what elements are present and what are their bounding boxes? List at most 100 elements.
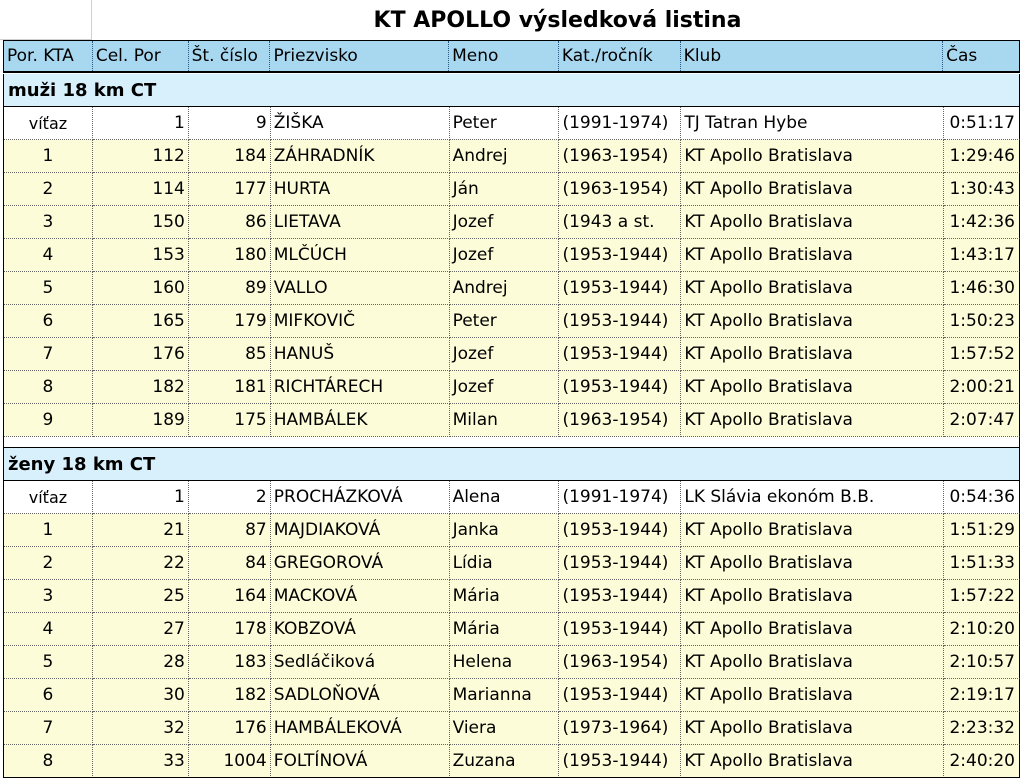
cell-cas[interactable]: 1:57:52 <box>944 338 1020 371</box>
cell-st-cislo[interactable]: 179 <box>188 305 271 338</box>
cell-kat-rocnik[interactable]: (1953-1944) <box>559 679 682 712</box>
cell-meno[interactable]: Alena <box>449 481 560 514</box>
cell-cel-por[interactable]: 165 <box>92 305 189 338</box>
cell-klub[interactable]: KT Apollo Bratislava <box>681 712 945 745</box>
cell-cel-por[interactable]: 30 <box>92 679 189 712</box>
cell-priezvisko[interactable]: ŽIŠKA <box>270 107 450 140</box>
cell-cas[interactable]: 0:51:17 <box>944 107 1020 140</box>
cell-klub[interactable]: KT Apollo Bratislava <box>681 272 945 305</box>
cell-cel-por[interactable]: 32 <box>92 712 189 745</box>
cell-kat-rocnik[interactable]: (1963-1954) <box>559 646 682 679</box>
cell-cel-por[interactable]: 21 <box>92 514 189 547</box>
cell-meno[interactable]: Milan <box>449 404 560 437</box>
cell-st-cislo[interactable]: 178 <box>188 613 271 646</box>
cell-priezvisko[interactable]: HANUŠ <box>270 338 450 371</box>
cell-kat-rocnik[interactable]: (1953-1944) <box>559 613 682 646</box>
cell-klub[interactable]: KT Apollo Bratislava <box>681 371 945 404</box>
cell-cas[interactable]: 0:54:36 <box>944 481 1020 514</box>
cell-klub[interactable]: KT Apollo Bratislava <box>681 613 945 646</box>
cell-por-kta[interactable]: 4 <box>4 239 93 272</box>
cell-st-cislo[interactable]: 164 <box>188 580 271 613</box>
cell-kat-rocnik[interactable]: (1991-1974) <box>559 481 682 514</box>
cell-meno[interactable]: Ján <box>449 173 560 206</box>
cell-klub[interactable]: LK Slávia ekonóm B.B. <box>681 481 945 514</box>
cell-cas[interactable]: 1:51:29 <box>944 514 1020 547</box>
cell-priezvisko[interactable]: GREGOROVÁ <box>270 547 450 580</box>
cell-meno[interactable]: Zuzana <box>449 745 560 778</box>
cell-klub[interactable]: KT Apollo Bratislava <box>681 173 945 206</box>
header-priezvisko[interactable]: Priezvisko <box>270 41 450 71</box>
cell-klub[interactable]: KT Apollo Bratislava <box>681 404 945 437</box>
cell-meno[interactable]: Mária <box>449 613 560 646</box>
cell-cas[interactable]: 2:23:32 <box>944 712 1020 745</box>
title-corner-cell[interactable] <box>0 0 92 40</box>
cell-priezvisko[interactable]: VALLO <box>270 272 450 305</box>
cell-por-kta[interactable]: 2 <box>4 173 93 206</box>
cell-cas[interactable]: 1:29:46 <box>944 140 1020 173</box>
cell-cas[interactable]: 2:00:21 <box>944 371 1020 404</box>
cell-st-cislo[interactable]: 2 <box>188 481 271 514</box>
cell-st-cislo[interactable]: 1004 <box>188 745 271 778</box>
cell-cas[interactable]: 2:07:47 <box>944 404 1020 437</box>
header-st-cislo[interactable]: Št. číslo <box>189 41 271 71</box>
cell-por-kta[interactable]: 3 <box>4 206 93 239</box>
cell-por-kta[interactable]: 1 <box>4 140 93 173</box>
cell-cas[interactable]: 1:50:23 <box>944 305 1020 338</box>
cell-por-kta[interactable]: 3 <box>4 580 93 613</box>
cell-cas[interactable]: 2:19:17 <box>944 679 1020 712</box>
cell-kat-rocnik[interactable]: (1953-1944) <box>559 580 682 613</box>
cell-por-kta[interactable]: 8 <box>4 745 93 778</box>
cell-por-kta[interactable]: 7 <box>4 338 93 371</box>
cell-kat-rocnik[interactable]: (1973-1964) <box>559 712 682 745</box>
cell-kat-rocnik[interactable]: (1953-1944) <box>559 514 682 547</box>
cell-klub[interactable]: KT Apollo Bratislava <box>681 547 945 580</box>
cell-klub[interactable]: KT Apollo Bratislava <box>681 206 945 239</box>
cell-cas[interactable]: 1:57:22 <box>944 580 1020 613</box>
cell-priezvisko[interactable]: ZÁHRADNÍK <box>270 140 450 173</box>
header-cas[interactable]: Čas <box>943 41 1019 71</box>
cell-priezvisko[interactable]: Sedláčiková <box>270 646 450 679</box>
cell-cas[interactable]: 1:46:30 <box>944 272 1020 305</box>
cell-por-kta[interactable]: 2 <box>4 547 93 580</box>
cell-kat-rocnik[interactable]: (1953-1944) <box>559 371 682 404</box>
cell-priezvisko[interactable]: HAMBÁLEK <box>270 404 450 437</box>
cell-st-cislo[interactable]: 175 <box>188 404 271 437</box>
header-meno[interactable]: Meno <box>449 41 559 71</box>
cell-klub[interactable]: TJ Tatran Hybe <box>681 107 945 140</box>
cell-cas[interactable]: 2:40:20 <box>944 745 1020 778</box>
cell-priezvisko[interactable]: MACKOVÁ <box>270 580 450 613</box>
cell-klub[interactable]: KT Apollo Bratislava <box>681 580 945 613</box>
cell-cel-por[interactable]: 25 <box>92 580 189 613</box>
cell-cas[interactable]: 2:10:20 <box>944 613 1020 646</box>
cell-cel-por[interactable]: 33 <box>92 745 189 778</box>
cell-kat-rocnik[interactable]: (1953-1944) <box>559 547 682 580</box>
cell-priezvisko[interactable]: SADLOŇOVÁ <box>270 679 450 712</box>
cell-meno[interactable]: Janka <box>449 514 560 547</box>
cell-meno[interactable]: Viera <box>449 712 560 745</box>
sheet-title[interactable]: KT APOLLO výsledková listina <box>92 0 1023 40</box>
cell-priezvisko[interactable]: MAJDIAKOVÁ <box>270 514 450 547</box>
cell-meno[interactable]: Lídia <box>449 547 560 580</box>
cell-cel-por[interactable]: 150 <box>92 206 189 239</box>
cell-cel-por[interactable]: 112 <box>92 140 189 173</box>
header-klub[interactable]: Klub <box>681 41 944 71</box>
cell-st-cislo[interactable]: 9 <box>188 107 271 140</box>
cell-kat-rocnik[interactable]: (1963-1954) <box>559 173 682 206</box>
cell-meno[interactable]: Jozef <box>449 338 560 371</box>
cell-cel-por[interactable]: 160 <box>92 272 189 305</box>
cell-meno[interactable]: Andrej <box>449 272 560 305</box>
cell-priezvisko[interactable]: PROCHÁZKOVÁ <box>270 481 450 514</box>
header-cel-por[interactable]: Cel. Por <box>93 41 189 71</box>
cell-por-kta[interactable]: 7 <box>4 712 93 745</box>
cell-meno[interactable]: Jozef <box>449 239 560 272</box>
cell-klub[interactable]: KT Apollo Bratislava <box>681 140 945 173</box>
cell-cas[interactable]: 2:10:57 <box>944 646 1020 679</box>
cell-st-cislo[interactable]: 177 <box>188 173 271 206</box>
cell-cas[interactable]: 1:51:33 <box>944 547 1020 580</box>
cell-por-kta[interactable]: víťaz <box>4 481 93 514</box>
header-kat-rocnik[interactable]: Kat./ročník <box>559 41 681 71</box>
cell-kat-rocnik[interactable]: (1953-1944) <box>559 239 682 272</box>
section-title[interactable]: muži 18 km CT <box>4 74 1019 106</box>
cell-priezvisko[interactable]: MIFKOVIČ <box>270 305 450 338</box>
section-title[interactable]: ženy 18 km CT <box>4 448 1019 480</box>
